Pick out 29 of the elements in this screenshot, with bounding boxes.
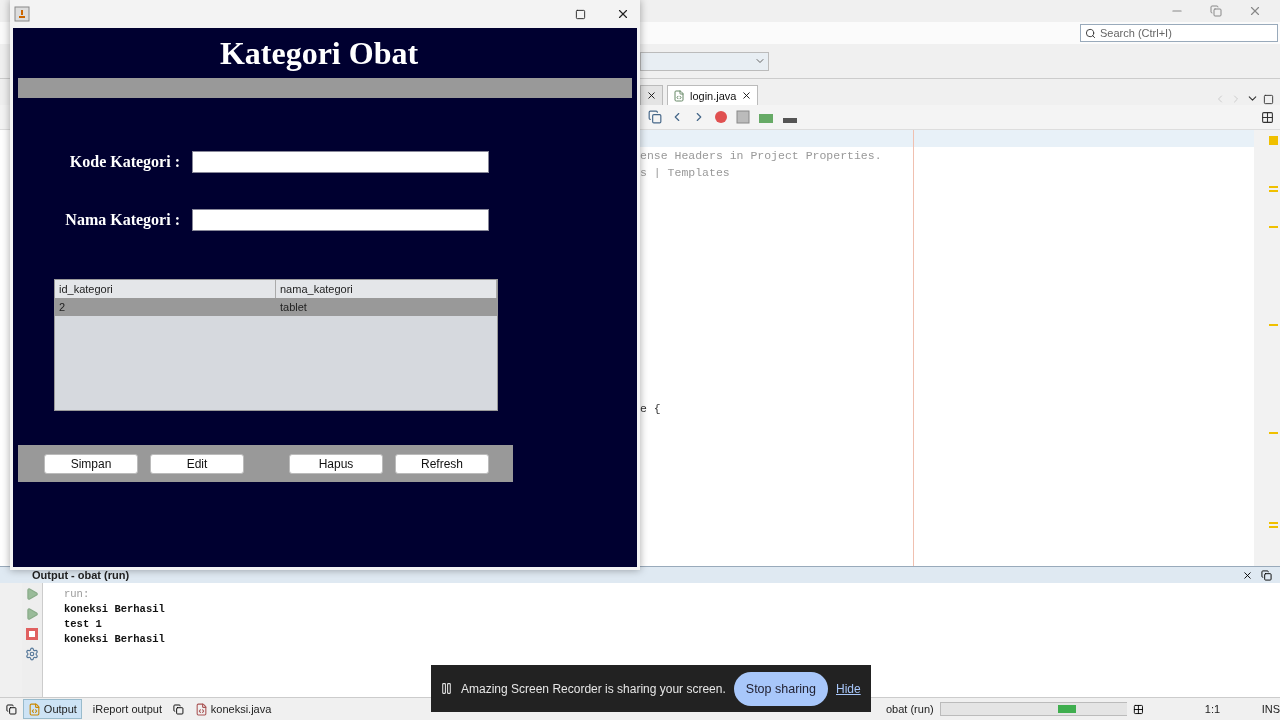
table-row[interactable]: 2 tablet bbox=[55, 298, 497, 316]
code-line: s | Templates bbox=[640, 165, 731, 181]
code-line: e { bbox=[640, 401, 662, 417]
field-label: Nama Kategori : bbox=[65, 211, 180, 229]
table-cell-text: tablet bbox=[279, 300, 308, 315]
action-button[interactable]: Refresh bbox=[395, 453, 489, 474]
insert-mode: INS bbox=[1261, 703, 1280, 715]
code-line: ense Headers in Project Properties. bbox=[640, 148, 883, 164]
output-tab[interactable]: koneksi.java bbox=[189, 699, 277, 719]
task-label: obat (run) bbox=[886, 703, 934, 715]
tab-label: login.java bbox=[690, 89, 737, 102]
search-field[interactable]: Search (Ctrl+I) bbox=[1080, 24, 1278, 42]
output-line: koneksi Berhasil bbox=[64, 632, 165, 647]
output-line: koneksi Berhasil bbox=[64, 602, 165, 617]
caret-position: 1:1 bbox=[1204, 703, 1221, 715]
stop-sharing-button[interactable]: Stop sharing bbox=[733, 671, 828, 706]
output-tab[interactable]: iReport output bbox=[87, 699, 167, 719]
editor-tab[interactable]: login.java bbox=[667, 85, 759, 105]
form-title: Kategori Obat bbox=[219, 34, 419, 72]
output-tab[interactable]: Output bbox=[22, 699, 82, 719]
action-button[interactable]: Edit bbox=[150, 453, 244, 474]
action-button[interactable]: Hapus bbox=[289, 453, 383, 474]
output-line: run: bbox=[64, 587, 91, 602]
sharing-message: Amazing Screen Recorder is sharing your screen. bbox=[461, 681, 726, 696]
output-line: test 1 bbox=[64, 617, 103, 632]
action-button[interactable]: Simpan bbox=[44, 453, 138, 474]
hide-link[interactable]: Hide bbox=[836, 681, 861, 696]
field-label: Kode Kategori : bbox=[69, 153, 180, 171]
table-cell-text: 2 bbox=[58, 300, 67, 315]
